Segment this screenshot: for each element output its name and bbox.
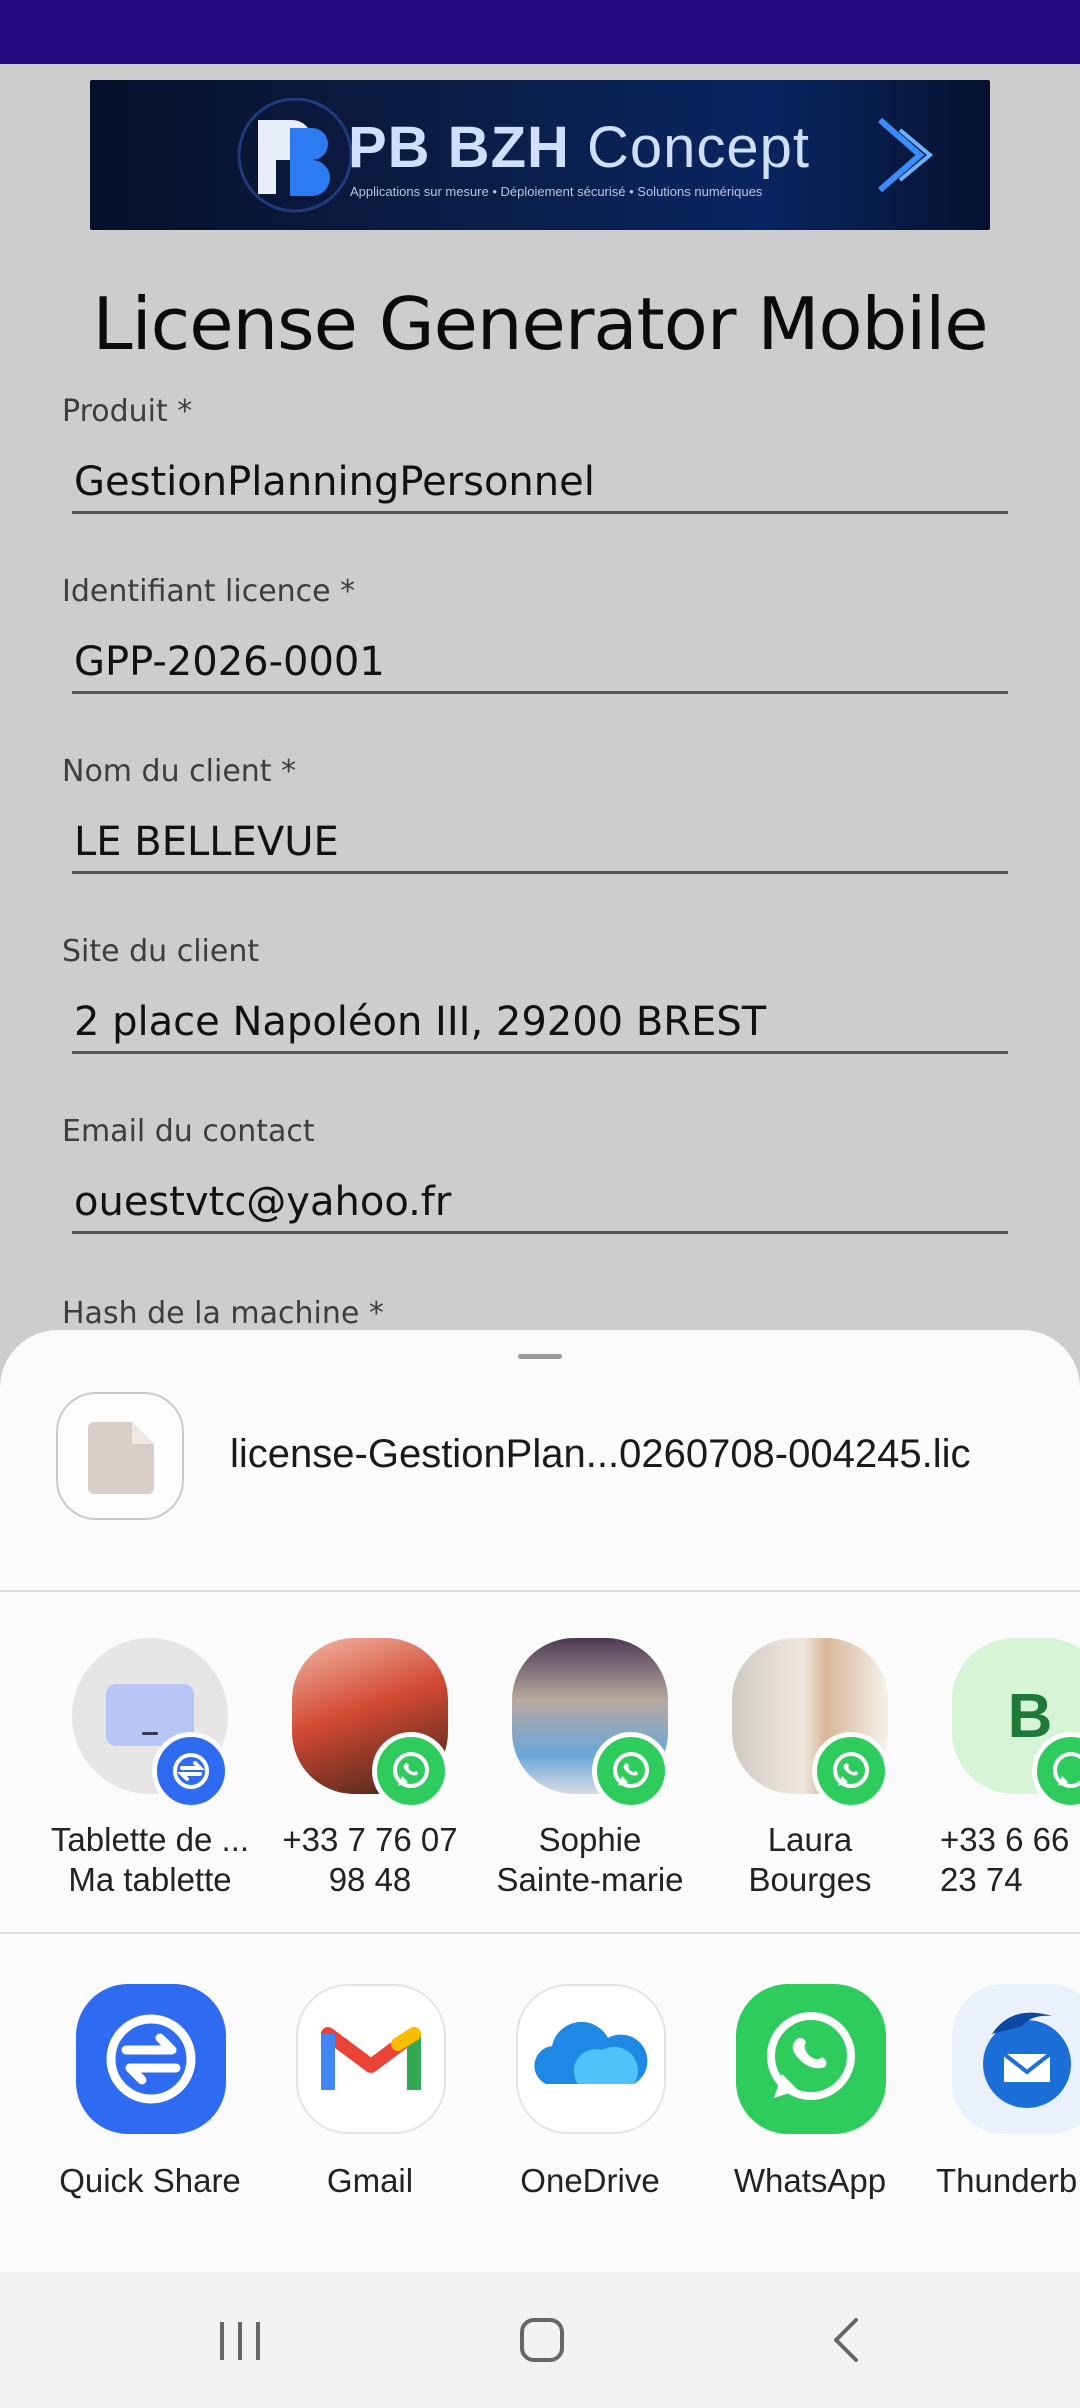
app-gmail[interactable]: Gmail bbox=[270, 1984, 470, 2224]
whatsapp-icon bbox=[812, 1732, 890, 1810]
contact-name: Sophie Sainte-marie bbox=[496, 1821, 684, 1898]
client-site-label: Site du client bbox=[62, 934, 260, 969]
contact-laura[interactable]: Laura Bourges bbox=[710, 1638, 910, 1918]
contact-name: Laura Bourges bbox=[748, 1821, 872, 1898]
banner-title: PB BZH Concept bbox=[348, 115, 811, 180]
contact-name: +33 6 66 23 74 bbox=[940, 1821, 1070, 1898]
license-id-input[interactable] bbox=[72, 632, 1008, 694]
whatsapp-icon bbox=[736, 1984, 886, 2134]
client-site-input[interactable] bbox=[72, 992, 1008, 1054]
onedrive-icon bbox=[516, 1984, 666, 2134]
chevron-right-icon bbox=[878, 117, 934, 193]
contact-email-input[interactable] bbox=[72, 1172, 1008, 1234]
client-name-label: Nom du client * bbox=[62, 754, 297, 789]
sheet-drag-handle[interactable] bbox=[518, 1354, 562, 1359]
file-icon bbox=[88, 1422, 154, 1494]
whatsapp-icon bbox=[592, 1732, 670, 1810]
contact-name: Tablette de ... Ma tablette bbox=[50, 1821, 250, 1898]
back-icon[interactable] bbox=[806, 2310, 886, 2370]
app-onedrive[interactable]: OneDrive bbox=[490, 1984, 690, 2224]
app-label: Quick Share bbox=[59, 2162, 241, 2199]
status-bar bbox=[0, 0, 1080, 64]
quick-share-icon bbox=[76, 1984, 226, 2134]
contact-name: +33 7 76 07 98 48 bbox=[282, 1821, 458, 1898]
app-quick-share[interactable]: Quick Share bbox=[50, 1984, 250, 2224]
gmail-icon bbox=[296, 1984, 446, 2134]
app-whatsapp[interactable]: WhatsApp bbox=[710, 1984, 910, 2224]
product-input[interactable] bbox=[72, 452, 1008, 514]
share-apps-row: Quick Share Gmail OneDrive WhatsApp Thun… bbox=[0, 1938, 1080, 2268]
shared-file-row: license-GestionPlan...0260708-004245.lic bbox=[0, 1380, 1080, 1520]
product-label: Produit * bbox=[62, 394, 193, 429]
file-thumbnail bbox=[56, 1392, 184, 1520]
shared-file-name: license-GestionPlan...0260708-004245.lic bbox=[230, 1432, 971, 1476]
license-id-label: Identifiant licence * bbox=[62, 574, 356, 609]
contact-tablet[interactable]: Tablette de ... Ma tablette bbox=[50, 1638, 250, 1918]
company-banner: PB BZH Concept Applications sur mesure •… bbox=[90, 80, 990, 230]
home-icon[interactable] bbox=[500, 2310, 580, 2370]
app-label: OneDrive bbox=[520, 2162, 660, 2199]
banner-tagline: Applications sur mesure • Déploiement sé… bbox=[350, 184, 763, 199]
machine-hash-label: Hash de la machine * bbox=[62, 1296, 384, 1331]
direct-share-contacts: Tablette de ... Ma tablette +33 7 76 07 … bbox=[0, 1638, 1080, 1938]
app-label: Thunderb bbox=[936, 2162, 1078, 2199]
divider bbox=[0, 1932, 1080, 1934]
app-thunderbird[interactable]: Thunderb bbox=[930, 1984, 1080, 2224]
contact-email-label: Email du contact bbox=[62, 1114, 315, 1149]
contact-sophie[interactable]: Sophie Sainte-marie bbox=[490, 1638, 690, 1918]
contact-phone-1[interactable]: +33 7 76 07 98 48 bbox=[270, 1638, 470, 1918]
app-label: WhatsApp bbox=[733, 2162, 887, 2199]
client-name-input[interactable] bbox=[72, 812, 1008, 874]
system-navigation-bar bbox=[0, 2272, 1080, 2408]
recent-apps-icon[interactable] bbox=[200, 2310, 280, 2370]
contact-phone-2[interactable]: B +33 6 66 23 74 bbox=[930, 1638, 1080, 1918]
whatsapp-icon bbox=[372, 1732, 450, 1810]
page-title: License Generator Mobile bbox=[92, 282, 988, 366]
quick-share-icon bbox=[152, 1732, 230, 1810]
app-label: Gmail bbox=[326, 2162, 414, 2199]
thunderbird-icon bbox=[952, 1984, 1080, 2134]
divider bbox=[0, 1590, 1080, 1592]
